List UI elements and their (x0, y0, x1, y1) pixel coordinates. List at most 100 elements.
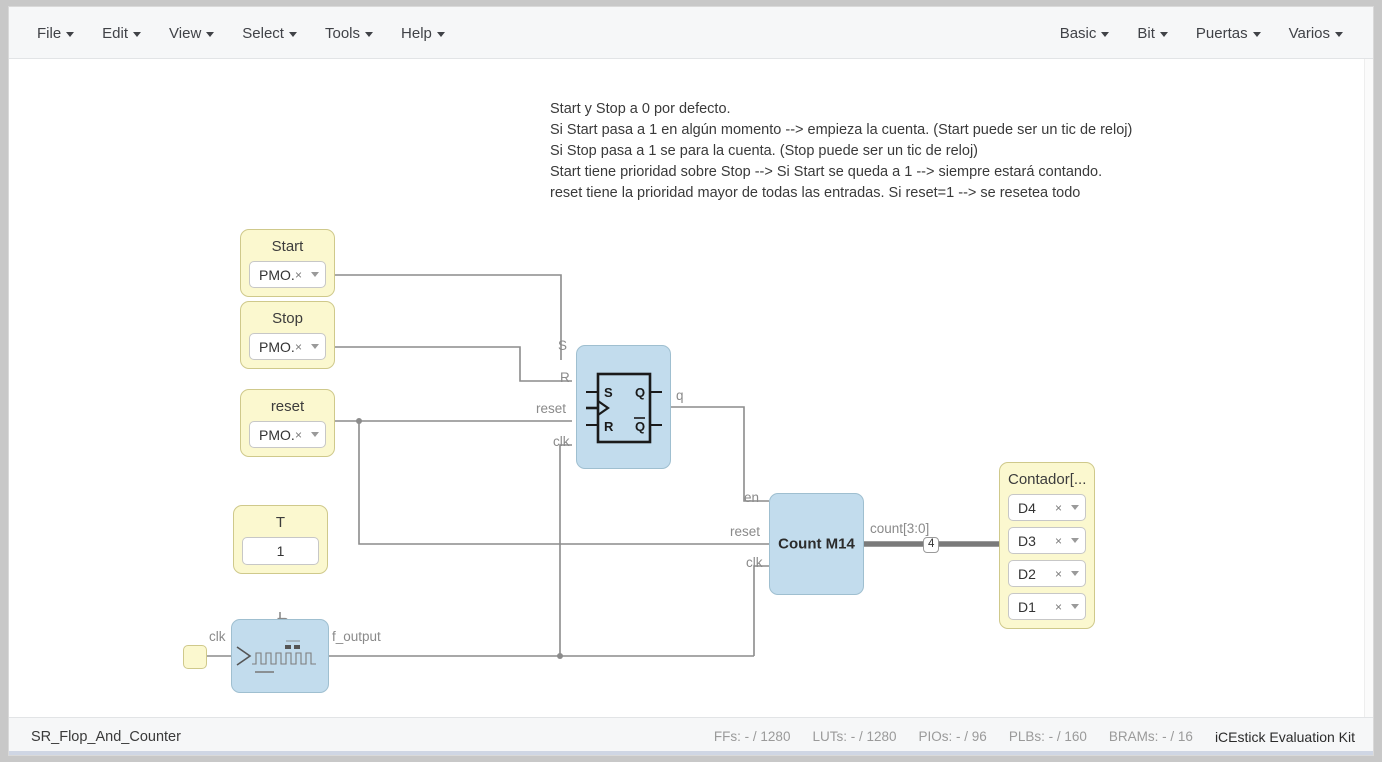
counter-title: Count M14 (778, 535, 855, 553)
block-input-start[interactable]: Start PMO... × (240, 229, 335, 297)
waveform-icon (236, 640, 316, 673)
chevron-down-icon (1071, 505, 1079, 510)
block-sr-flipflop[interactable]: S R Q Q (576, 345, 671, 469)
menu-tools[interactable]: Tools (311, 18, 387, 49)
wire-q-to-en (671, 406, 769, 502)
clear-icon[interactable]: × (295, 428, 302, 442)
chevron-down-icon (1159, 31, 1168, 37)
chevron-down-icon (1335, 31, 1343, 37)
status-bar: SR_Flop_And_Counter FFs: - / 1280 LUTs: … (9, 717, 1373, 755)
comment-line-2: Si Start pasa a 1 en algún momento --> e… (550, 122, 1133, 138)
clear-icon[interactable]: × (1055, 501, 1062, 515)
reset-pin-label: PMO... (259, 426, 295, 443)
stat-plbs-value: - / 160 (1048, 729, 1087, 744)
block-clk-source[interactable] (183, 645, 207, 669)
block-counter[interactable]: Count M14 (769, 493, 864, 595)
chevron-down-icon (66, 31, 75, 37)
port-label-ff-reset: reset (536, 401, 567, 416)
vertical-scrollbar[interactable] (1364, 59, 1373, 719)
port-label-ff-r: R (560, 370, 570, 385)
clear-icon[interactable]: × (1055, 600, 1062, 614)
menu-view-label: View (169, 24, 202, 42)
menu-tools-label: Tools (324, 24, 361, 42)
t-value-input[interactable]: 1 (242, 537, 319, 565)
menu-left-group: File Edit View Select Tools Help (23, 7, 459, 59)
menu-help[interactable]: Help (387, 18, 459, 49)
clear-icon[interactable]: × (1055, 534, 1062, 548)
block-output-contador[interactable]: Contador[... D4 × D3 × D2 × D1 × (999, 462, 1095, 629)
contador-pin-d3[interactable]: D3 × (1008, 527, 1086, 554)
port-label-counter-en: en (744, 490, 760, 505)
menu-file[interactable]: File (23, 18, 88, 49)
block-clock-divider[interactable] (231, 619, 329, 693)
menu-bit[interactable]: Bit (1123, 18, 1182, 49)
contador-pin-d2[interactable]: D2 × (1008, 560, 1086, 587)
contador-pin-d4[interactable]: D4 × (1008, 494, 1086, 521)
block-input-reset[interactable]: reset PMO... × (240, 389, 335, 457)
block-start-title: Start (271, 238, 304, 255)
stop-pin-label: PMO... (259, 338, 295, 355)
clear-icon[interactable]: × (1055, 567, 1062, 581)
contador-d1-label: D1 (1018, 598, 1036, 615)
bus-width-badge: 4 (923, 537, 940, 553)
menu-bar: File Edit View Select Tools Help Basic B… (9, 7, 1373, 59)
menu-basic-label: Basic (1059, 24, 1097, 42)
stat-brams-key: BRAMs: (1108, 729, 1159, 744)
port-label-counter-clk: clk (746, 555, 763, 570)
stat-brams-value: - / 16 (1162, 729, 1193, 744)
schematic-canvas[interactable]: Start y Stop a 0 por defecto. Si Start p… (9, 59, 1373, 719)
comment-line-4: Start tiene prioridad sobre Stop --> Si … (550, 164, 1103, 180)
stat-ffs-key: FFs: (713, 729, 741, 744)
clear-icon[interactable]: × (295, 340, 302, 354)
port-label-ff-q: q (676, 388, 684, 403)
wire-junction-reset (356, 418, 362, 424)
resource-stats: FFs: - / 1280 LUTs: - / 1280 PIOs: - / 9… (714, 729, 1355, 745)
reset-pin-select[interactable]: PMO... × (249, 421, 326, 448)
svg-text:R: R (604, 419, 614, 434)
start-pin-select[interactable]: PMO... × (249, 261, 326, 288)
sr-flipflop-symbol: S R Q Q (586, 372, 662, 444)
block-constant-t[interactable]: T 1 (233, 505, 328, 574)
menu-varios[interactable]: Varios (1275, 18, 1357, 49)
menu-select-label: Select (242, 24, 284, 42)
stat-plbs: PLBs: - / 160 (1009, 729, 1087, 744)
menu-select[interactable]: Select (228, 18, 311, 49)
contador-d4-label: D4 (1018, 499, 1036, 516)
contador-pin-d1[interactable]: D1 × (1008, 593, 1086, 620)
stat-plbs-key: PLBs: (1008, 729, 1045, 744)
svg-text:S: S (604, 385, 613, 400)
menu-puertas-label: Puertas (1195, 24, 1248, 42)
block-stop-title: Stop (272, 310, 303, 327)
stop-pin-select[interactable]: PMO... × (249, 333, 326, 360)
contador-d2-label: D2 (1018, 565, 1036, 582)
wire-junction-clk (557, 653, 563, 659)
comment-line-5: reset tiene la prioridad mayor de todas … (550, 185, 1081, 201)
chevron-down-icon (311, 344, 319, 349)
menu-puertas[interactable]: Puertas (1182, 18, 1275, 49)
block-input-stop[interactable]: Stop PMO... × (240, 301, 335, 369)
contador-d3-label: D3 (1018, 532, 1036, 549)
clear-icon[interactable]: × (295, 268, 302, 282)
block-t-title: T (275, 514, 286, 531)
chevron-down-icon (311, 272, 319, 277)
menu-varios-label: Varios (1288, 24, 1330, 42)
project-name: SR_Flop_And_Counter (31, 728, 181, 745)
t-value: 1 (276, 543, 285, 559)
svg-text:Q: Q (635, 419, 645, 434)
chevron-down-icon (1071, 538, 1079, 543)
horizontal-scrollbar[interactable] (9, 751, 1373, 755)
chevron-down-icon (1252, 31, 1261, 37)
menu-edit[interactable]: Edit (88, 18, 155, 49)
chevron-down-icon (206, 31, 215, 37)
comment-line-1: Start y Stop a 0 por defecto. (550, 101, 731, 117)
stat-pios: PIOs: - / 96 (919, 729, 987, 744)
menu-view[interactable]: View (155, 18, 228, 49)
icestudio-window: File Edit View Select Tools Help Basic B… (8, 6, 1374, 756)
wire-stop-to-r (335, 346, 572, 382)
stat-luts: LUTs: - / 1280 (812, 729, 896, 744)
wire-clk-to-ff (559, 444, 572, 656)
svg-text:Q: Q (635, 385, 645, 400)
menu-basic[interactable]: Basic (1046, 18, 1124, 49)
board-name[interactable]: iCEstick Evaluation Kit (1215, 729, 1355, 745)
wire-clk-to-counter (753, 565, 769, 656)
